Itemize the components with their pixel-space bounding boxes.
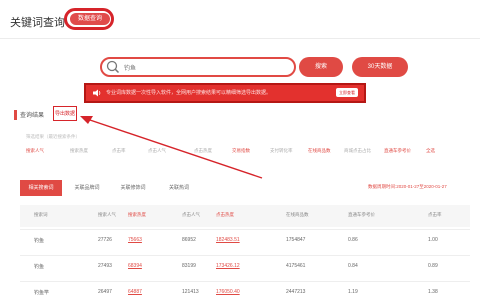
table-cell: 1.00 — [428, 237, 438, 243]
table-cell: 26497 — [98, 289, 112, 295]
column-header[interactable]: 点击人气 — [182, 212, 200, 218]
column-header[interactable]: 搜索人气 — [98, 212, 116, 218]
notice-view-button[interactable]: 立即查看 — [336, 88, 358, 97]
filter-chip[interactable]: 点击热度 — [194, 148, 212, 154]
column-header[interactable]: 搜索热度 — [128, 212, 146, 218]
table-cell[interactable]: 68394 — [128, 263, 142, 269]
tab-3[interactable]: 关联修饰词 — [112, 180, 154, 196]
table-cell[interactable]: 173426.12 — [216, 263, 240, 269]
column-header[interactable]: 直通车参考价 — [348, 212, 375, 218]
column-header[interactable]: 点击率 — [428, 212, 442, 218]
row-divider — [20, 281, 470, 282]
results-label: 查询结果 — [20, 113, 45, 119]
table-cell[interactable]: 182483.51 — [216, 237, 240, 243]
filter-chip[interactable]: 交易指数 — [232, 148, 250, 154]
data-query-badge[interactable]: 数据查询 — [70, 13, 110, 25]
search-button[interactable]: 搜索 — [299, 57, 343, 77]
filter-chip[interactable]: 全选 — [426, 148, 435, 154]
table-cell: 0.89 — [428, 263, 438, 269]
column-header[interactable]: 在线商品数 — [286, 212, 309, 218]
filter-chip[interactable]: 搜索热度 — [70, 148, 88, 154]
table-cell: 27493 — [98, 263, 112, 269]
export-data-button[interactable]: 导出数据 — [53, 106, 77, 121]
filter-chip[interactable]: 搜索人气 — [26, 148, 44, 154]
column-header[interactable]: 点击热度 — [216, 212, 234, 218]
tab-1[interactable]: 相关搜索词 — [20, 180, 62, 196]
table-cell: 1754847 — [286, 237, 306, 243]
table-cell: 27726 — [98, 237, 112, 243]
table-cell: 0.86 — [348, 237, 358, 243]
table-cell: 86952 — [182, 237, 196, 243]
table-header — [20, 205, 470, 227]
search-input[interactable] — [124, 61, 274, 73]
date-range: 数据周期时间:2020-01-27至2020-01-27 — [368, 184, 447, 189]
table-cell: 2447213 — [286, 289, 306, 295]
filter-chip[interactable]: 点击人气 — [148, 148, 166, 154]
speaker-icon — [93, 89, 101, 97]
filter-chip[interactable]: 商城点击占比 — [344, 148, 371, 154]
table-cell[interactable]: 176050.40 — [216, 289, 240, 295]
column-header[interactable]: 搜索词 — [34, 212, 48, 218]
filter-hint: 筛选结果（最近搜索条件） — [26, 134, 80, 139]
filter-row: 搜索人气 搜索热度 点击率 点击人气 点击热度 交易指数 支付转化率 在线商品数 商城点击占比 直… — [26, 148, 476, 158]
table-cell: 钓鱼 — [34, 264, 45, 270]
page-title: 关键词查询 — [10, 17, 65, 29]
filter-chip[interactable]: 在线商品数 — [308, 148, 331, 154]
table-cell: 121413 — [182, 289, 199, 295]
section-marker — [14, 110, 17, 120]
filter-chip[interactable]: 支付转化率 — [270, 148, 293, 154]
table-cell: 钓鱼竿 — [34, 290, 50, 296]
table-cell: 1.19 — [348, 289, 358, 295]
header-divider — [0, 38, 480, 39]
tab-2[interactable]: 关联品牌词 — [66, 180, 108, 196]
table-cell[interactable]: 75663 — [128, 237, 142, 243]
table-cell: 1.38 — [428, 289, 438, 295]
row-divider — [20, 229, 470, 230]
table-cell: 钓鱼 — [34, 238, 45, 244]
row-divider — [20, 255, 470, 256]
notice-text: 专业词库数据一次性导入软件，全网用户搜索结果可以精细筛选导出数据。 — [106, 90, 272, 96]
tab-4[interactable]: 关联热词 — [158, 180, 200, 196]
table-cell: 83199 — [182, 263, 196, 269]
filter-chip[interactable]: 直通车参考价 — [384, 148, 411, 154]
table-cell: 4175461 — [286, 263, 306, 269]
table-cell: 0.84 — [348, 263, 358, 269]
thirty-day-data-button[interactable]: 30天数据 — [352, 57, 408, 77]
table-cell[interactable]: 64887 — [128, 289, 142, 295]
filter-chip[interactable]: 点击率 — [112, 148, 126, 154]
search-icon — [106, 60, 120, 74]
